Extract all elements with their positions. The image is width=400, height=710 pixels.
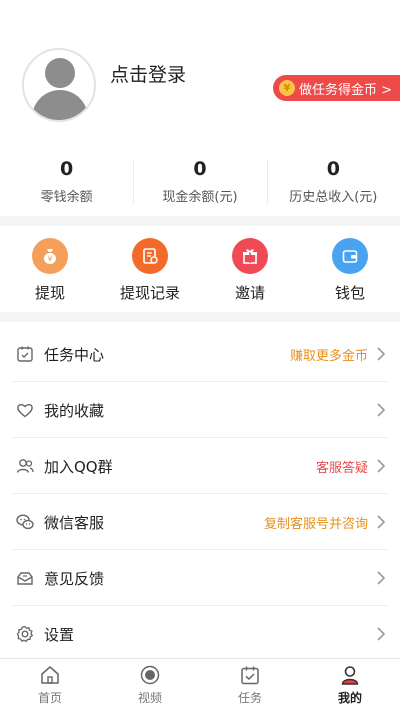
menu-extra: 客服答疑 (315, 460, 368, 476)
wallet-icon (332, 238, 368, 274)
chevron-right-icon (377, 459, 386, 473)
gear-icon (14, 623, 36, 645)
section-divider (0, 312, 400, 322)
avatar-body (32, 90, 88, 120)
stat-label: 零钱余额 (40, 190, 93, 205)
svg-text:¥: ¥ (47, 255, 52, 264)
stat-label: 现金余额(元) (162, 190, 238, 205)
stat-total-income[interactable]: 0 历史总收入(元) (266, 150, 400, 216)
wechat-icon (14, 511, 36, 533)
task-coin-label: 做任务得金币 > (298, 82, 392, 98)
chevron-right-icon (377, 627, 386, 641)
login-link[interactable]: 点击登录 (110, 60, 186, 87)
menu-label: 意见反馈 (44, 569, 105, 588)
action-label: 邀请 (234, 284, 265, 302)
menu-item-wechat-service[interactable]: 微信客服 复制客服号并咨询 (0, 494, 400, 550)
gift-icon (232, 238, 268, 274)
heart-icon (14, 399, 36, 421)
stat-cash-balance[interactable]: 0 现金余额(元) (133, 150, 266, 216)
section-divider (0, 216, 400, 226)
tab-label: 视频 (137, 691, 162, 705)
stat-value: 0 (326, 158, 340, 180)
profile-header: 点击登录 ¥ 做任务得金币 > (0, 0, 400, 140)
group-icon (14, 455, 36, 477)
menu-label: 设置 (44, 625, 75, 644)
tab-video[interactable]: 视频 (100, 659, 200, 710)
menu-extra: 赚取更多金币 (289, 348, 368, 364)
record-icon (132, 238, 168, 274)
money-bag-icon: ¥ (32, 238, 68, 274)
task-icon (238, 663, 262, 687)
feedback-icon (14, 567, 36, 589)
avatar[interactable] (22, 48, 96, 122)
stat-label: 历史总收入(元) (289, 190, 378, 205)
menu-list: 任务中心 赚取更多金币 我的收藏 加入QQ群 客服答疑 微信客服 复制客服号并咨… (0, 326, 400, 662)
stat-value: 0 (60, 158, 74, 180)
action-label: 提现 (34, 284, 65, 302)
tab-label: 首页 (37, 691, 62, 705)
stat-value: 0 (193, 158, 207, 180)
action-label: 提现记录 (119, 284, 180, 302)
menu-label: 我的收藏 (44, 401, 105, 420)
action-withdraw-records[interactable]: 提现记录 (100, 228, 200, 312)
menu-item-feedback[interactable]: 意见反馈 (0, 550, 400, 606)
video-icon (138, 663, 162, 687)
tab-label: 我的 (337, 691, 362, 705)
menu-label: 微信客服 (44, 513, 105, 532)
chevron-right-icon (377, 515, 386, 529)
tab-label: 任务 (237, 691, 262, 705)
menu-extra: 复制客服号并咨询 (263, 516, 368, 532)
chevron-right-icon (377, 571, 386, 585)
profile-icon (338, 663, 362, 687)
task-coin-badge[interactable]: ¥ 做任务得金币 > (272, 75, 400, 101)
avatar-head (45, 58, 75, 88)
tab-home[interactable]: 首页 (0, 659, 100, 710)
coin-icon: ¥ (278, 80, 295, 96)
bottom-tab-bar: 首页 视频 任务 我的 (0, 658, 400, 710)
balance-stats: 0 零钱余额 0 现金余额(元) 0 历史总收入(元) (0, 150, 400, 216)
menu-item-join-qq-group[interactable]: 加入QQ群 客服答疑 (0, 438, 400, 494)
action-wallet[interactable]: 钱包 (300, 228, 400, 312)
menu-label: 任务中心 (44, 345, 105, 364)
tab-task[interactable]: 任务 (200, 659, 300, 710)
menu-item-favorites[interactable]: 我的收藏 (0, 382, 400, 438)
action-withdraw[interactable]: ¥ 提现 (0, 228, 100, 312)
action-invite[interactable]: 邀请 (200, 228, 300, 312)
task-check-icon (14, 343, 36, 365)
chevron-right-icon (377, 403, 386, 417)
menu-item-settings[interactable]: 设置 (0, 606, 400, 662)
chevron-right-icon (377, 347, 386, 361)
stat-change-balance[interactable]: 0 零钱余额 (0, 150, 133, 216)
menu-item-task-center[interactable]: 任务中心 赚取更多金币 (0, 326, 400, 382)
quick-actions: ¥ 提现 提现记录 邀请 钱包 (0, 228, 400, 312)
tab-mine[interactable]: 我的 (300, 659, 400, 710)
home-icon (38, 663, 62, 687)
action-label: 钱包 (334, 284, 365, 302)
menu-label: 加入QQ群 (44, 457, 113, 476)
